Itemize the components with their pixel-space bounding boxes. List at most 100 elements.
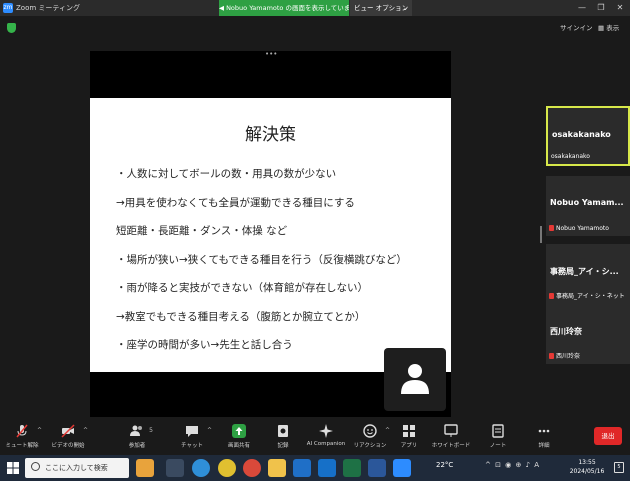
sign-in-link[interactable]: サインイン (560, 22, 593, 32)
participant-label-text: 西川玲奈 (556, 353, 581, 360)
edge-icon[interactable] (192, 459, 210, 477)
clock-time: 13:55 (578, 459, 596, 466)
participant-name-label: osakakanako (551, 153, 590, 160)
participant-tile[interactable]: osakakanako osakakanako (546, 106, 630, 166)
minimize-button[interactable]: — (573, 0, 591, 16)
slide-line: ・人数に対してボールの数・用具の数が少ない (116, 168, 337, 180)
slide-line: →用具を使わなくても全員が運動できる種目にする (116, 197, 355, 209)
view-options-button[interactable]: ビュー オプション ⌄ (350, 0, 412, 16)
caret-up-icon[interactable]: ^ (207, 427, 212, 434)
muted-mic-icon (549, 225, 554, 231)
view-options-label: ビュー オプション (354, 4, 409, 12)
window-title: Zoom ミーティング (16, 4, 80, 12)
zoom-taskbar-icon[interactable] (393, 459, 411, 477)
taskbar-clock[interactable]: 13:55 2024/05/16 (567, 458, 607, 476)
system-tray[interactable]: ^ ⊡ ◉ ⊕ ♪ A (485, 461, 540, 469)
apps-button[interactable]: アプリ (389, 424, 429, 449)
participant-tile[interactable]: 西川玲奈 西川玲奈 (546, 304, 630, 364)
outlook-icon[interactable] (318, 459, 336, 477)
share-label: 画面共有 (227, 443, 250, 449)
presenter-thumbnail[interactable] (384, 348, 446, 411)
more-dots-icon[interactable]: ••• (265, 51, 277, 58)
task-view-icon[interactable] (166, 459, 184, 477)
muted-mic-icon (549, 293, 554, 299)
mail-icon[interactable] (293, 459, 311, 477)
start-video-button[interactable]: ビデオの開始 ^ (48, 424, 88, 449)
chrome-icon[interactable] (218, 459, 236, 477)
ai-companion-label: AI Companion (306, 441, 346, 447)
sparkle-icon (319, 424, 333, 438)
more-label: 詳細 (538, 443, 550, 449)
leave-button[interactable]: 退出 (594, 427, 622, 445)
slide-line: ・座学の時間が多い→先生と話し合う (116, 339, 293, 351)
record-label: 記録 (277, 443, 289, 449)
slide-line: ・場所が狭い→狭くてもできる種目を行う（反復横跳びなど） (116, 254, 407, 266)
notes-button[interactable]: ノート (478, 424, 518, 449)
slide-title: 解決策 (245, 125, 296, 145)
meeting-toolbar: ミュート解除 ^ ビデオの開始 ^ 参加者 5 チャット ^ 画面共有 記録 A… (0, 420, 630, 454)
chat-button[interactable]: チャット ^ (172, 424, 212, 449)
slide-line: ・雨が降ると実技ができない（体育館が存在しない） (116, 282, 368, 294)
windows-taskbar: ここに入力して検索 22°C ^ ⊡ ◉ ⊕ ♪ A 13:55 2024/05… (0, 455, 630, 481)
mute-button[interactable]: ミュート解除 ^ (2, 424, 42, 449)
close-button[interactable]: ✕ (611, 0, 629, 16)
shopping-bag-icon[interactable] (136, 459, 154, 477)
search-icon (31, 462, 40, 471)
participant-tile[interactable]: Nobuo Yamam... Nobuo Yamamoto (546, 176, 630, 236)
title-bar: zm Zoom ミーティング ◀ Nobuo Yamamoto の画面を表示して… (0, 0, 630, 16)
clock-date: 2024/05/16 (569, 468, 605, 475)
shared-screen: ••• 解決策 ・人数に対してボールの数・用具の数が少ない →用具を使わなくても… (90, 51, 451, 417)
shield-icon[interactable] (7, 23, 16, 33)
notes-icon (492, 424, 504, 438)
ai-companion-button[interactable]: AI Companion (302, 424, 350, 447)
participant-display-name: 事務局_アイ・シ... (550, 267, 619, 276)
participant-name-label: Nobuo Yamamoto (549, 225, 627, 232)
maximize-button[interactable]: ❐ (592, 0, 610, 16)
video-label: ビデオの開始 (51, 443, 85, 449)
slide-line: →教室でもできる種目考える（腹筋とか腕立てとか） (116, 311, 366, 323)
participant-name-label: 西川玲奈 (549, 351, 627, 360)
person-icon (401, 364, 429, 394)
caret-up-icon[interactable]: ^ (83, 427, 88, 434)
participant-name-label: 事務局_アイ・シ・ネット (549, 291, 627, 300)
reactions-label: リアクション (353, 443, 387, 449)
caret-up-icon[interactable]: ^ (37, 427, 42, 434)
chat-label: チャット (181, 443, 203, 449)
more-button[interactable]: 詳細 (524, 424, 564, 449)
explorer-icon[interactable] (268, 459, 286, 477)
participants-icon (130, 425, 142, 436)
notification-icon[interactable]: 5 (614, 462, 624, 473)
excel-icon[interactable] (343, 459, 361, 477)
reactions-button[interactable]: リアクション ^ (350, 424, 390, 449)
zoom-window: zm Zoom ミーティング ◀ Nobuo Yamamoto の画面を表示して… (0, 0, 630, 481)
apps-label: アプリ (400, 443, 418, 449)
view-button[interactable]: ▦ 表示 (598, 22, 619, 32)
windows-start-icon[interactable] (7, 462, 19, 474)
chrome-alt-icon[interactable] (243, 459, 261, 477)
screen-share-banner[interactable]: ◀ Nobuo Yamamoto の画面を表示しています (219, 0, 349, 16)
participant-label-text: Nobuo Yamamoto (556, 225, 609, 232)
taskbar-search-box[interactable]: ここに入力して検索 (25, 458, 129, 478)
video-off-icon (61, 424, 75, 438)
notes-label: ノート (489, 443, 507, 449)
participant-display-name: Nobuo Yamam... (550, 198, 624, 207)
chat-icon (186, 426, 198, 437)
whiteboard-label: ホワイトボード (431, 443, 471, 449)
share-screen-button[interactable]: 画面共有 (219, 424, 259, 449)
word-icon[interactable] (368, 459, 386, 477)
participant-tile[interactable]: 事務局_アイ・シ... 事務局_アイ・シ・ネット (546, 244, 630, 304)
search-placeholder: ここに入力して検索 (45, 464, 108, 472)
participants-button[interactable]: 参加者 5 (117, 424, 157, 449)
apps-icon (403, 425, 415, 437)
participant-label-text: 事務局_アイ・シ・ネット (556, 293, 625, 300)
participant-count: 5 (149, 427, 153, 434)
participant-scrollbar[interactable] (540, 226, 542, 243)
participant-display-name: 西川玲奈 (550, 327, 582, 336)
mute-label: ミュート解除 (5, 443, 39, 449)
participants-label: 参加者 (128, 443, 146, 449)
whiteboard-button[interactable]: ホワイトボード (429, 424, 473, 449)
whiteboard-icon (444, 424, 458, 437)
record-button[interactable]: 記録 (263, 424, 303, 449)
chevron-down-icon: ⌄ (402, 4, 408, 12)
weather-widget[interactable]: 22°C (436, 461, 453, 469)
